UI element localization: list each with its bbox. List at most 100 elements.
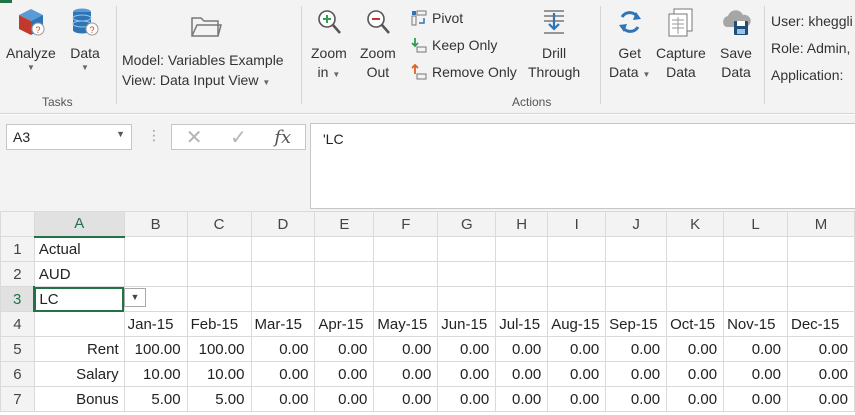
model-view-selector[interactable]: Model: Variables Example View: Data Inpu… — [122, 50, 284, 93]
cell[interactable] — [250, 286, 316, 312]
select-all-corner[interactable] — [0, 211, 35, 237]
keep-only-button[interactable]: Keep Only — [410, 35, 497, 55]
value-cell[interactable]: 10.00 — [186, 361, 252, 387]
value-cell[interactable]: 0.00 — [666, 361, 725, 387]
value-cell[interactable]: 0.00 — [314, 361, 375, 387]
value-cell[interactable]: 0.00 — [723, 386, 788, 412]
cell[interactable] — [547, 286, 607, 312]
value-cell[interactable]: 0.00 — [250, 336, 316, 362]
save-data-button[interactable]: Save Data — [720, 6, 752, 82]
value-cell[interactable]: 0.00 — [786, 386, 855, 412]
cell[interactable] — [373, 286, 439, 312]
cell[interactable] — [723, 236, 788, 262]
enter-check-icon[interactable]: ✓ — [230, 125, 247, 150]
cell[interactable] — [666, 286, 725, 312]
cell[interactable] — [250, 261, 316, 287]
value-cell[interactable]: 0.00 — [437, 386, 497, 412]
cell-a3-active[interactable]: LC — [33, 286, 125, 312]
value-cell[interactable]: 0.00 — [373, 336, 439, 362]
open-folder-icon[interactable] — [190, 12, 222, 40]
cell[interactable] — [186, 261, 252, 287]
month-header[interactable]: Sep-15 — [605, 311, 668, 337]
cell[interactable] — [786, 261, 855, 287]
column-header-j[interactable]: J — [605, 211, 668, 237]
cell[interactable] — [666, 261, 725, 287]
pivot-button[interactable]: Pivot — [410, 8, 463, 28]
formula-input[interactable]: 'LC — [310, 123, 855, 209]
value-cell[interactable]: 0.00 — [547, 386, 607, 412]
cell[interactable] — [666, 236, 725, 262]
value-cell[interactable]: 0.00 — [666, 336, 725, 362]
value-cell[interactable]: 0.00 — [723, 361, 788, 387]
analyze-button[interactable]: ? Analyze ▼ — [6, 6, 56, 73]
month-header[interactable]: Jun-15 — [437, 311, 497, 337]
row-label[interactable]: Rent — [33, 336, 125, 362]
value-cell[interactable]: 0.00 — [250, 361, 316, 387]
month-header[interactable]: Apr-15 — [314, 311, 375, 337]
month-header[interactable]: May-15 — [373, 311, 439, 337]
get-data-button[interactable]: Get Data ▼ — [609, 6, 650, 82]
cell[interactable] — [547, 261, 607, 287]
cell[interactable] — [605, 286, 668, 312]
cell[interactable] — [186, 286, 252, 312]
zoom-in-button[interactable]: Zoom in ▼ — [311, 6, 347, 82]
column-header-e[interactable]: E — [314, 211, 375, 237]
formula-bar-grip-icon[interactable]: ⋮ — [147, 127, 161, 144]
data-button[interactable]: ? Data ▼ — [69, 6, 101, 73]
row-label[interactable]: Salary — [33, 361, 125, 387]
value-cell[interactable]: 5.00 — [123, 386, 188, 412]
value-cell[interactable]: 0.00 — [373, 361, 439, 387]
cancel-icon[interactable]: ✕ — [186, 125, 203, 150]
value-cell[interactable]: 0.00 — [547, 336, 607, 362]
cell[interactable] — [495, 286, 549, 312]
cell[interactable] — [314, 236, 375, 262]
value-cell[interactable]: 0.00 — [250, 386, 316, 412]
cell[interactable] — [437, 286, 497, 312]
cell[interactable] — [605, 261, 668, 287]
cell[interactable] — [123, 236, 188, 262]
cell[interactable] — [373, 261, 439, 287]
cell[interactable] — [547, 236, 607, 262]
month-header[interactable]: Aug-15 — [547, 311, 607, 337]
cell[interactable] — [373, 236, 439, 262]
cell[interactable] — [786, 286, 855, 312]
value-cell[interactable]: 0.00 — [786, 336, 855, 362]
value-cell[interactable]: 0.00 — [495, 336, 549, 362]
cell-dropdown-arrow-icon[interactable]: ▼ — [124, 288, 146, 307]
row-header[interactable]: 5 — [0, 336, 35, 362]
column-header-l[interactable]: L — [723, 211, 788, 237]
cell-a2[interactable]: AUD — [33, 261, 125, 287]
cell[interactable] — [186, 236, 252, 262]
value-cell[interactable]: 5.00 — [186, 386, 252, 412]
value-cell[interactable]: 10.00 — [123, 361, 188, 387]
column-header-i[interactable]: I — [547, 211, 607, 237]
column-header-a[interactable]: A — [33, 211, 125, 238]
cell-a1[interactable]: Actual — [33, 236, 125, 262]
cell[interactable] — [437, 261, 497, 287]
remove-only-button[interactable]: Remove Only — [410, 62, 517, 82]
column-header-b[interactable]: B — [123, 211, 188, 237]
value-cell[interactable]: 0.00 — [437, 336, 497, 362]
cell[interactable] — [33, 311, 125, 337]
cell[interactable] — [786, 236, 855, 262]
month-header[interactable]: Dec-15 — [786, 311, 855, 337]
month-header[interactable]: Feb-15 — [186, 311, 252, 337]
cell[interactable] — [314, 261, 375, 287]
column-header-c[interactable]: C — [186, 211, 252, 237]
value-cell[interactable]: 0.00 — [495, 386, 549, 412]
value-cell[interactable]: 0.00 — [605, 361, 668, 387]
value-cell[interactable]: 0.00 — [786, 361, 855, 387]
month-header[interactable]: Mar-15 — [250, 311, 316, 337]
value-cell[interactable]: 0.00 — [547, 361, 607, 387]
value-cell[interactable]: 0.00 — [723, 336, 788, 362]
column-header-m[interactable]: M — [786, 211, 855, 237]
month-header[interactable]: Jan-15 — [123, 311, 188, 337]
column-header-h[interactable]: H — [495, 211, 549, 237]
value-cell[interactable]: 0.00 — [495, 361, 549, 387]
drill-through-button[interactable]: Drill Through — [528, 6, 580, 82]
column-header-k[interactable]: K — [666, 211, 725, 237]
value-cell[interactable]: 0.00 — [314, 386, 375, 412]
column-header-d[interactable]: D — [250, 211, 316, 237]
row-header[interactable]: 3 — [0, 286, 36, 312]
cell[interactable] — [314, 286, 375, 312]
